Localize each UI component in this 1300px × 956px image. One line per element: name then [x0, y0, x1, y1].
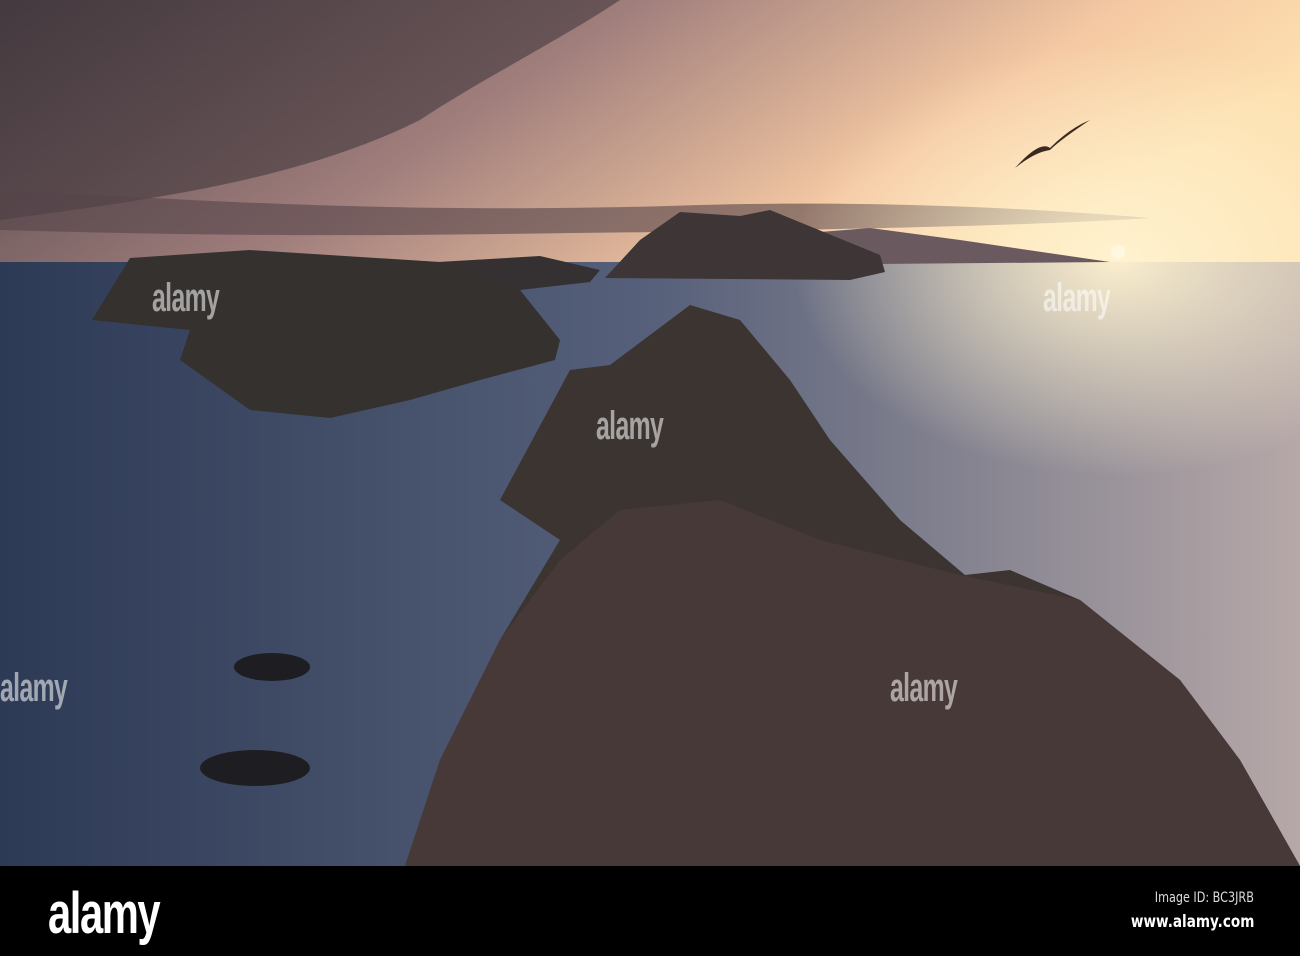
image-id: Image ID: BC3JRB	[1154, 890, 1254, 906]
watermark: alamy	[1043, 276, 1111, 320]
watermark: alamy	[152, 276, 220, 320]
alamy-logo: alamy	[48, 881, 161, 946]
sea-rock	[200, 750, 310, 786]
watermark: alamy	[890, 666, 958, 710]
sun	[1111, 245, 1125, 259]
sea-rock	[234, 653, 310, 681]
stock-photo: alamy alamy alamy alamy alamy alamy Imag…	[0, 0, 1300, 956]
footer-bar: alamy Image ID: BC3JRB www.alamy.com	[0, 866, 1300, 956]
watermark: alamy	[596, 404, 664, 448]
watermark: alamy	[0, 666, 68, 710]
website-link[interactable]: www.alamy.com	[1130, 912, 1254, 932]
